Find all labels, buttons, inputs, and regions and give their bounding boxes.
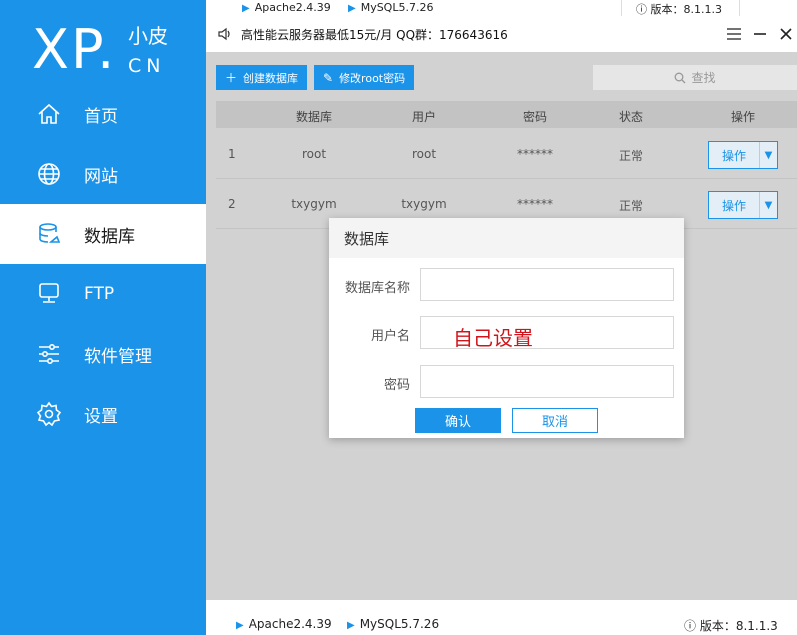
close-icon xyxy=(780,28,792,40)
gear-icon xyxy=(35,400,63,428)
row-status: 正常 xyxy=(618,149,643,163)
close-button[interactable] xyxy=(776,24,796,44)
play-icon: ▶ xyxy=(348,3,356,14)
top-mysql-label: MySQL5.7.26 xyxy=(360,1,434,14)
sidebar-item-label: 网站 xyxy=(84,166,118,187)
row-action-button[interactable]: 操作 ▼ xyxy=(708,141,778,169)
password-row: 密码 xyxy=(329,365,684,399)
top-version-label: 版本：8.1.1.3 xyxy=(650,3,722,16)
sidebar-nav: 首页 网站 数据库 FTP 软件管理 设置 xyxy=(0,84,206,444)
create-database-label: 创建数据库 xyxy=(243,71,299,85)
sliders-icon xyxy=(35,340,63,368)
caret-down-icon[interactable]: ▼ xyxy=(759,192,777,218)
modify-root-password-button[interactable]: ✎ 修改root密码 xyxy=(314,65,415,90)
password-field[interactable] xyxy=(420,365,674,398)
action-label[interactable]: 操作 xyxy=(709,192,759,218)
search-placeholder: 查找 xyxy=(691,71,716,85)
version-label: 版本：8.1.1.3 xyxy=(699,619,778,633)
sidebar: XP. 小皮 CN 首页 网站 数据库 FTP 软件管理 设置 xyxy=(0,0,206,635)
notice-text[interactable]: 高性能云服务器最低15元/月 QQ群：176643616 xyxy=(241,26,508,43)
row-password: ****** xyxy=(517,197,553,211)
database-dialog: 数据库 数据库名称 用户名 密码 自己设置 确认 取消 xyxy=(329,218,684,438)
minimize-button[interactable] xyxy=(750,24,770,44)
title-bar: 高性能云服务器最低15元/月 QQ群：176643616 xyxy=(206,16,797,52)
caret-down-icon[interactable]: ▼ xyxy=(759,142,777,168)
row-password: ****** xyxy=(517,147,553,161)
divider xyxy=(621,0,622,16)
table-row: 1 root root ****** 正常 操作 ▼ xyxy=(216,129,797,179)
logo-en-text: CN xyxy=(128,55,166,77)
database-icon xyxy=(35,220,63,248)
sidebar-item-settings[interactable]: 设置 xyxy=(0,384,206,444)
row-user: root xyxy=(411,147,437,161)
dialog-title: 数据库 xyxy=(329,218,684,258)
plus-icon: ＋ xyxy=(225,71,238,85)
version-info: ⓘ 版本：8.1.1.3 xyxy=(684,617,778,634)
info-icon: ⓘ xyxy=(684,619,700,633)
play-icon: ▶ xyxy=(347,620,355,631)
status-bar: ▶ Apache2.4.39 ▶ MySQL5.7.26 ⓘ 版本：8.1.1.3 xyxy=(206,600,797,635)
home-icon xyxy=(35,100,63,128)
column-header-database: 数据库 xyxy=(295,110,332,124)
sidebar-item-ftp[interactable]: FTP xyxy=(0,264,206,324)
sidebar-item-database[interactable]: 数据库 xyxy=(0,204,206,264)
play-icon: ▶ xyxy=(236,620,244,631)
top-status-strip: ▶ Apache2.4.39 ▶ MySQL5.7.26 ⓘ 版本：8.1.1.3 xyxy=(206,0,797,16)
row-database: txygym xyxy=(291,197,337,211)
play-icon: ▶ xyxy=(242,3,250,14)
username-label: 用户名 xyxy=(370,329,410,344)
row-database: root xyxy=(301,147,327,161)
sidebar-item-label: 首页 xyxy=(84,106,118,127)
top-version: ⓘ 版本：8.1.1.3 xyxy=(636,1,722,16)
divider xyxy=(739,0,740,16)
db-name-row: 数据库名称 xyxy=(329,268,684,302)
column-header-user: 用户 xyxy=(411,110,436,124)
ftp-icon xyxy=(35,280,63,308)
row-action-button[interactable]: 操作 ▼ xyxy=(708,191,778,219)
apache-label: Apache2.4.39 xyxy=(248,617,332,631)
sidebar-item-home[interactable]: 首页 xyxy=(0,84,206,144)
row-user: txygym xyxy=(401,197,447,211)
password-label: 密码 xyxy=(383,378,410,393)
info-icon: ⓘ xyxy=(636,3,651,16)
column-header-status: 状态 xyxy=(618,110,643,124)
pencil-icon: ✎ xyxy=(323,70,334,85)
top-apache-status: ▶ Apache2.4.39 xyxy=(242,1,331,14)
row-status: 正常 xyxy=(618,199,643,213)
sidebar-item-label: 软件管理 xyxy=(84,346,152,367)
annotation-text: 自己设置 xyxy=(453,326,533,350)
search-input[interactable]: 查找 xyxy=(593,65,797,90)
column-header-action: 操作 xyxy=(730,110,755,124)
table-header: 数据库 用户 密码 状态 操作 xyxy=(216,101,797,128)
minimize-icon xyxy=(754,33,766,35)
sidebar-item-software[interactable]: 软件管理 xyxy=(0,324,206,384)
search-icon xyxy=(675,72,686,83)
confirm-button[interactable]: 确认 xyxy=(415,408,501,433)
top-apache-label: Apache2.4.39 xyxy=(254,1,331,14)
mysql-status[interactable]: ▶ MySQL5.7.26 xyxy=(347,617,439,631)
globe-icon xyxy=(35,160,63,188)
menu-icon xyxy=(727,28,741,40)
db-name-field[interactable] xyxy=(420,268,674,301)
action-label[interactable]: 操作 xyxy=(709,142,759,168)
mysql-label: MySQL5.7.26 xyxy=(359,617,440,631)
speaker-icon xyxy=(218,27,230,41)
row-index: 2 xyxy=(228,197,236,211)
row-index: 1 xyxy=(228,147,236,161)
apache-status[interactable]: ▶ Apache2.4.39 xyxy=(236,617,332,631)
menu-button[interactable] xyxy=(724,24,744,44)
sidebar-item-label: 数据库 xyxy=(84,226,135,247)
logo-main-text: XP. xyxy=(32,18,117,81)
create-database-button[interactable]: ＋ 创建数据库 xyxy=(216,65,308,90)
cancel-button[interactable]: 取消 xyxy=(512,408,598,433)
sidebar-item-label: 设置 xyxy=(84,406,118,427)
db-name-label: 数据库名称 xyxy=(344,281,410,296)
sidebar-item-website[interactable]: 网站 xyxy=(0,144,206,204)
column-header-password: 密码 xyxy=(522,110,547,124)
top-mysql-status: ▶ MySQL5.7.26 xyxy=(348,1,433,14)
logo-cn-text: 小皮 xyxy=(128,24,168,48)
sidebar-item-label: FTP xyxy=(84,284,115,304)
modify-root-password-label: 修改root密码 xyxy=(339,71,406,85)
